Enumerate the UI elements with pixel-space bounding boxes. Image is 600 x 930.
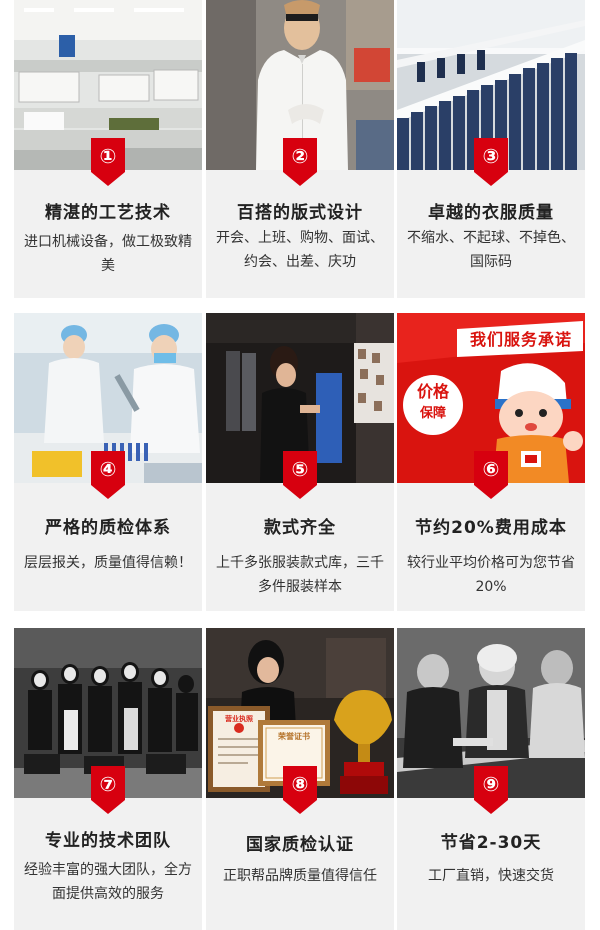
- feature-title: 节约20%费用成本: [415, 518, 567, 538]
- feature-card-3: ③ 卓越的衣服质量 不缩水、不起球、不掉色、国际码: [397, 0, 585, 298]
- number-badge: ①: [91, 138, 125, 186]
- number-badge: ⑨: [474, 766, 508, 814]
- feature-description: 工厂直销，快速交货: [428, 868, 554, 884]
- number-badge: ③: [474, 138, 508, 186]
- feature-title: 严格的质检体系: [45, 518, 171, 538]
- feature-description: 经验丰富的强大团队，全方面提供高效的服务: [24, 862, 192, 902]
- feature-description: 不缩水、不起球、不掉色、国际码: [407, 230, 575, 270]
- feature-title: 卓越的衣服质量: [428, 203, 554, 223]
- cartoon-bubble-bottom: 保障: [419, 406, 446, 421]
- feature-description: 正职帮品牌质量值得信任: [223, 868, 377, 884]
- cartoon-bubble-top: 价格: [416, 382, 449, 401]
- license-certificate-text: 营业执照: [225, 715, 253, 723]
- cartoon-banner: 我们服务承诺: [469, 330, 572, 349]
- feature-description: 开会、上班、购物、面试、约会、出差、庆功: [216, 230, 384, 270]
- feature-description: 进口机械设备，做工极致精美: [24, 234, 192, 274]
- feature-card-4: ④ 严格的质检体系 层层报关，质量值得信赖！: [14, 313, 202, 611]
- honor-certificate-text: 荣誉证书: [278, 732, 310, 741]
- feature-card-5: ⑤ 款式齐全 上千多张服装款式库，三千多件服装样本: [206, 313, 394, 611]
- number-badge: ⑤: [283, 451, 317, 499]
- feature-title: 精湛的工艺技术: [45, 203, 171, 223]
- feature-card-9: ⑨ 节省2-30天 工厂直销，快速交货: [397, 628, 585, 930]
- number-badge: ⑥: [474, 451, 508, 499]
- feature-title: 专业的技术团队: [45, 831, 171, 851]
- feature-title: 节省2-30天: [440, 833, 542, 853]
- feature-description: 层层报关，质量值得信赖！: [24, 555, 192, 571]
- feature-card-8: 营业执照 荣誉证书 ⑧ 国家质检认证 正职帮品牌质量值得信任: [206, 628, 394, 930]
- feature-title: 款式齐全: [264, 518, 336, 538]
- number-badge: ④: [91, 451, 125, 499]
- feature-grid: ① 精湛的工艺技术 进口机械设备，做工极致精美 ② 百搭的版式设计 开会、上班、…: [0, 0, 600, 930]
- feature-card-2: ② 百搭的版式设计 开会、上班、购物、面试、约会、出差、庆功: [206, 0, 394, 298]
- number-badge: ⑦: [91, 766, 125, 814]
- feature-title: 国家质检认证: [246, 835, 354, 855]
- feature-card-7: ⑦ 专业的技术团队 经验丰富的强大团队，全方面提供高效的服务: [14, 628, 202, 930]
- number-badge: ②: [283, 138, 317, 186]
- feature-description: 较行业平均价格可为您节省20%: [407, 555, 575, 595]
- feature-description: 上千多张服装款式库，三千多件服装样本: [216, 555, 384, 595]
- feature-title: 百搭的版式设计: [237, 203, 363, 223]
- feature-card-1: ① 精湛的工艺技术 进口机械设备，做工极致精美: [14, 0, 202, 298]
- feature-card-6: 我们服务承诺 价格 保障 ⑥ 节约20%费用成本 较行业平均价格可为您节省20%: [397, 313, 585, 611]
- number-badge: ⑧: [283, 766, 317, 814]
